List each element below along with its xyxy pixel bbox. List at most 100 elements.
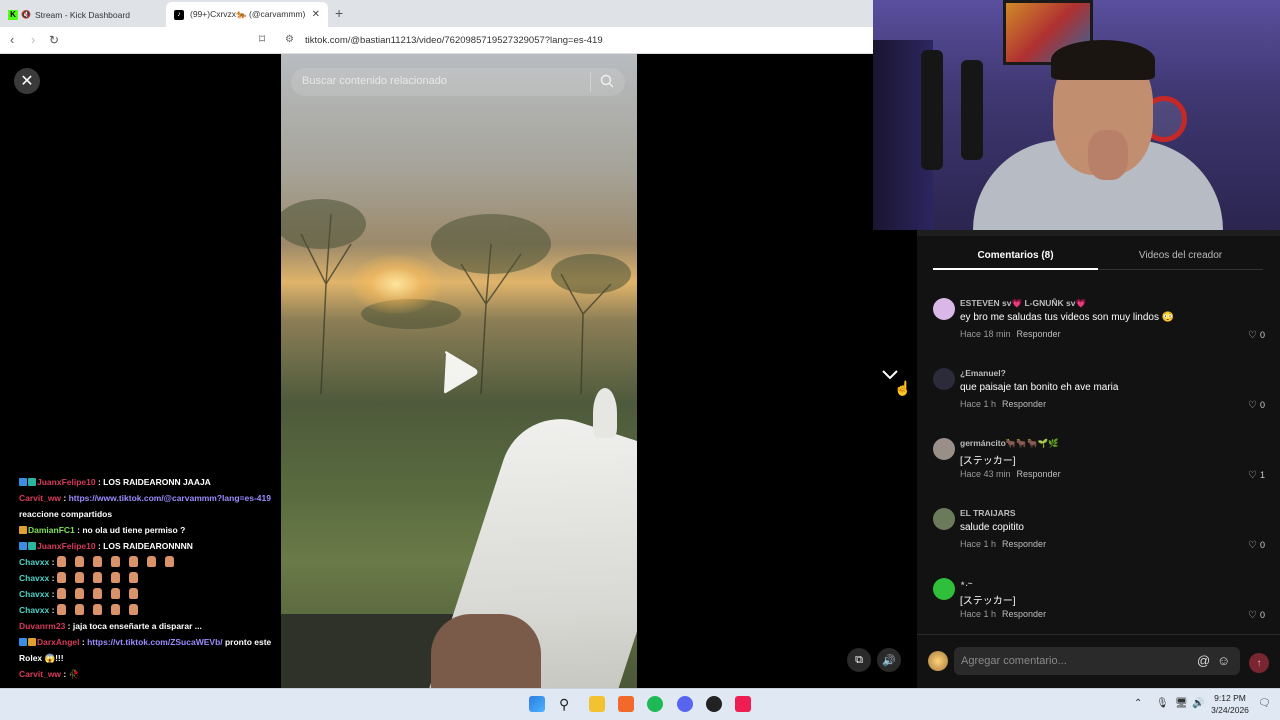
discord-icon[interactable] (677, 696, 693, 712)
chat-username[interactable]: Chavxx (19, 589, 49, 599)
file-explorer-icon[interactable] (589, 696, 605, 712)
spotify-icon[interactable] (647, 696, 663, 712)
chat-username[interactable]: Chavxx (19, 557, 49, 567)
chat-emote-icon (128, 604, 138, 615)
mute-tab-icon[interactable]: 🔇 (21, 10, 31, 19)
avatar[interactable] (933, 578, 955, 600)
chat-message: Chavxx : (19, 554, 281, 570)
like-button[interactable]: ♡ 0 (1248, 610, 1265, 621)
site-info-icon[interactable]: ⚙ (285, 34, 294, 45)
system-clock[interactable]: 9:12 PM 3/24/2026 (1208, 692, 1252, 716)
reload-icon[interactable]: ↻ (49, 33, 59, 47)
close-video-button[interactable]: ✕ (14, 68, 40, 94)
volume-icon[interactable]: 🔊 (1192, 698, 1204, 709)
tiktok-app-icon[interactable] (735, 696, 751, 712)
network-icon[interactable]: 🖥 (1175, 698, 1188, 709)
search-icon[interactable] (600, 74, 614, 88)
comment-username[interactable]: EL TRAIJARS (960, 508, 1016, 518)
chat-emote-icon (56, 588, 66, 599)
back-icon[interactable]: ‹ (10, 32, 14, 47)
chat-username[interactable]: JuanxFelipe10 (37, 541, 96, 551)
chat-emote-icon (110, 556, 120, 567)
chat-badge-icon (28, 542, 36, 550)
comment-username[interactable]: ¿Emanuel? (960, 368, 1006, 378)
comment-text: [ステッカー] (960, 456, 1016, 467)
brave-browser-icon[interactable] (618, 696, 634, 712)
chat-text: : no ola ud tiene permiso ? (74, 525, 186, 535)
tab-creator-videos[interactable]: Videos del creador (1098, 250, 1263, 261)
chat-badge-icon (19, 478, 27, 486)
reply-button[interactable]: Responder (1017, 469, 1061, 479)
webcam-overlay (873, 0, 1280, 230)
tray-chevron-up-icon[interactable]: ⌃ (1134, 698, 1142, 709)
comment-username[interactable]: ⋆.~ (960, 578, 973, 589)
heart-icon: ♡ (1248, 540, 1257, 551)
comment-text: salude copitito (960, 522, 1024, 533)
close-tab-icon[interactable]: ✕ (312, 9, 320, 20)
chat-username[interactable]: Carvit_ww (19, 669, 61, 679)
chat-text: : (49, 605, 57, 615)
reply-button[interactable]: Responder (1002, 399, 1046, 409)
heart-icon: ♡ (1248, 330, 1257, 341)
forward-icon[interactable]: › (31, 32, 35, 47)
like-button[interactable]: ♡ 0 (1248, 330, 1265, 341)
chat-message: JuanxFelipe10 : LOS RAIDEARONN JAAJA (19, 474, 281, 490)
chat-emote-icon (164, 556, 174, 567)
emoji-icon[interactable]: ☺ (1217, 653, 1230, 668)
webcam-speaker (921, 50, 943, 170)
like-count: 0 (1259, 400, 1265, 410)
comment-text: ey bro me saludas tus videos son muy lin… (960, 312, 1175, 323)
windows-start-icon[interactable] (529, 696, 545, 712)
like-button[interactable]: ♡ 1 (1248, 470, 1265, 481)
url-field[interactable]: tiktok.com/@bastian11213/video/762098571… (305, 35, 603, 46)
chat-link[interactable]: https://www.tiktok.com/@carvammm?lang=es… (69, 493, 271, 503)
like-button[interactable]: ♡ 0 (1248, 400, 1265, 411)
chat-badge-icon (19, 638, 27, 646)
tab-comments[interactable]: Comentarios (8) (933, 250, 1098, 261)
microphone-icon[interactable]: 🎙 (1156, 698, 1169, 709)
comment-input-placeholder[interactable]: Agregar comentario... (961, 655, 1067, 667)
notifications-icon[interactable]: 🗨 (1258, 698, 1271, 709)
volume-button[interactable]: 🔊 (877, 648, 901, 672)
chat-badge-icon (28, 638, 36, 646)
bookmark-icon[interactable]: ⌑ (259, 32, 265, 46)
chat-link[interactable]: https://vt.tiktok.com/ZSucaWEVb/ (87, 637, 223, 647)
chat-text: : (61, 493, 69, 503)
avatar (928, 651, 948, 671)
mention-icon[interactable]: @ (1197, 653, 1210, 668)
obs-icon[interactable] (706, 696, 722, 712)
chat-username[interactable]: DamianFC1 (28, 525, 75, 535)
related-search-placeholder[interactable]: Buscar contenido relacionado (302, 75, 447, 87)
avatar[interactable] (933, 508, 955, 530)
chat-emote-icon (56, 604, 66, 615)
search-icon[interactable]: ⚲ (559, 696, 575, 712)
send-button[interactable]: ↑ (1249, 653, 1269, 673)
heart-icon: ♡ (1248, 400, 1257, 411)
reply-button[interactable]: Responder (1017, 329, 1061, 339)
chat-username[interactable]: DarxAngel (37, 637, 80, 647)
comment-username[interactable]: germáncito🐂🐂🐂🌱🌿 (960, 438, 1059, 449)
like-button[interactable]: ♡ 0 (1248, 540, 1265, 551)
new-tab-button[interactable]: + (335, 5, 343, 21)
avatar[interactable] (933, 368, 955, 390)
comment-username[interactable]: ESTEVEN sv💗 L-GNUÑK sv💗 (960, 298, 1086, 309)
reply-button[interactable]: Responder (1002, 539, 1046, 549)
tab-kick-dashboard[interactable]: K 🔇 Stream - Kick Dashboard (0, 2, 166, 27)
avatar[interactable] (933, 438, 955, 460)
chat-username[interactable]: Duvanrm23 (19, 621, 65, 631)
miniplayer-button[interactable]: ⧉ (847, 648, 871, 672)
comment-time: Hace 1 h (960, 609, 997, 619)
reply-button[interactable]: Responder (1002, 609, 1046, 619)
chat-emote-icon (56, 556, 66, 567)
play-icon[interactable] (440, 350, 480, 394)
avatar[interactable] (933, 298, 955, 320)
chat-message: Duvanrm23 : jaja toca enseñarte a dispar… (19, 618, 281, 634)
tab-tiktok[interactable]: ♪ (99+)Cxrvzx🐅 (@carvammm) | ✕ (166, 2, 328, 27)
sunset-glow (351, 254, 441, 314)
chat-username[interactable]: JuanxFelipe10 (37, 477, 96, 487)
chat-username[interactable]: Chavxx (19, 573, 49, 583)
chat-username[interactable]: Chavxx (19, 605, 49, 615)
heart-icon: ♡ (1248, 610, 1257, 621)
comment-item: ¿Emanuel? que paisaje tan bonito eh ave m… (933, 364, 1269, 420)
chat-username[interactable]: Carvit_ww (19, 493, 61, 503)
